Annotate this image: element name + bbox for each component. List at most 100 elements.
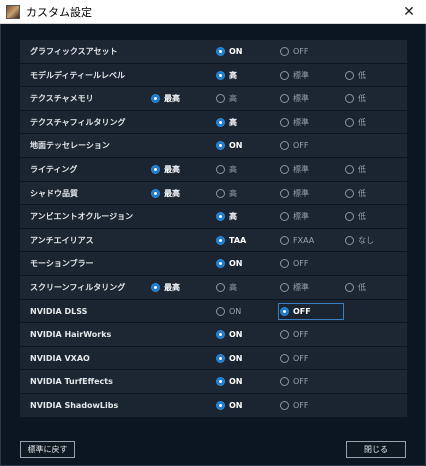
setting-label: 地面テッセレーション [30, 141, 110, 151]
radio-option[interactable]: 高 [216, 158, 237, 181]
radio-option[interactable]: OFF [280, 370, 309, 393]
radio-checked-icon [280, 306, 289, 316]
radio-option[interactable]: 高 [216, 87, 237, 110]
radio-unchecked-icon [280, 353, 289, 363]
radio-unchecked-icon [345, 117, 354, 127]
radio-option[interactable]: 高 [216, 64, 237, 87]
radio-checked-icon [151, 164, 160, 174]
radio-unchecked-icon [216, 282, 225, 292]
radio-option-label: 高 [229, 117, 237, 127]
radio-option[interactable]: 低 [345, 182, 366, 205]
radio-checked-icon [216, 47, 225, 56]
radio-option[interactable]: ON [216, 370, 243, 393]
radio-option[interactable]: TAA [216, 229, 246, 252]
radio-option[interactable]: 標準 [280, 87, 309, 110]
radio-option[interactable]: 低 [345, 111, 366, 134]
radio-unchecked-icon [345, 70, 354, 80]
radio-option-label: OFF [293, 141, 309, 151]
radio-unchecked-icon [280, 188, 289, 198]
radio-option[interactable]: 最高 [151, 87, 180, 110]
setting-label: アンビエントオクルージョン [30, 212, 134, 222]
radio-unchecked-icon [280, 117, 289, 127]
setting-label: モーションブラー [30, 259, 94, 269]
radio-unchecked-icon [345, 94, 354, 104]
radio-option[interactable]: 高 [216, 276, 237, 299]
setting-row: アンチエイリアス TAA FXAA なし [20, 228, 407, 253]
radio-option-label: なし [358, 235, 374, 245]
radio-option[interactable]: 最高 [151, 276, 180, 299]
radio-unchecked-icon [280, 259, 289, 269]
radio-option-label: 低 [358, 164, 366, 174]
radio-checked-icon [216, 377, 225, 387]
setting-row: スクリーンフィルタリング 最高 高 標準 低 [20, 275, 407, 300]
radio-option[interactable]: 低 [345, 276, 366, 299]
reset-defaults-button[interactable]: 標準に戻す [20, 441, 75, 458]
radio-unchecked-icon [216, 188, 225, 198]
radio-option-label: 最高 [164, 188, 180, 198]
radio-checked-icon [216, 70, 225, 80]
radio-option[interactable]: 最高 [151, 158, 180, 181]
radio-option[interactable]: 低 [345, 87, 366, 110]
radio-option-label: 標準 [293, 164, 309, 174]
radio-option[interactable]: 低 [345, 158, 366, 181]
radio-option-label: 低 [358, 117, 366, 127]
radio-option-label: 最高 [164, 94, 180, 104]
radio-option-label: OFF [293, 377, 309, 387]
setting-row: モーションブラー ON OFF [20, 252, 407, 276]
settings-list: グラフィックスアセット ON OFF モデルディティールレベル高標準低テクスチャメモリ… [20, 40, 407, 418]
radio-option[interactable]: 低 [345, 205, 366, 228]
radio-unchecked-icon [280, 282, 289, 292]
radio-option[interactable]: 高 [216, 182, 237, 205]
radio-option-label: ON [229, 306, 242, 316]
radio-option[interactable]: 標準 [280, 64, 309, 87]
radio-checked-icon [216, 141, 225, 151]
radio-option[interactable]: 低 [345, 64, 366, 87]
radio-option[interactable]: OFF [280, 300, 311, 323]
radio-option-label: ON [229, 400, 243, 410]
radio-unchecked-icon [345, 188, 354, 198]
radio-option-label: 標準 [293, 282, 309, 292]
radio-option[interactable]: 標準 [280, 205, 309, 228]
radio-option[interactable]: OFF [280, 323, 309, 346]
radio-checked-icon [151, 282, 160, 292]
radio-option[interactable]: ON [216, 394, 243, 417]
setting-label: NVIDIA TurfEffects [30, 377, 113, 387]
radio-option-label: ON [229, 330, 243, 340]
radio-option[interactable]: ON [216, 323, 243, 346]
radio-option[interactable]: OFF [280, 252, 309, 275]
radio-unchecked-icon [345, 282, 354, 292]
radio-unchecked-icon [345, 212, 354, 222]
radio-option[interactable]: ON [216, 300, 241, 323]
close-window-button[interactable]: ✕ [392, 0, 426, 24]
close-button[interactable]: 閉じる [346, 441, 406, 458]
radio-option[interactable]: 標準 [280, 158, 309, 181]
radio-option[interactable]: 高 [216, 111, 237, 134]
radio-option[interactable]: OFF [280, 347, 309, 370]
radio-option[interactable]: ON [216, 347, 243, 370]
radio-option-label: 標準 [293, 212, 309, 222]
radio-option[interactable]: OFF [280, 40, 309, 63]
radio-option-label: 高 [229, 70, 237, 80]
radio-option[interactable]: OFF [280, 134, 309, 157]
radio-option[interactable]: 標準 [280, 111, 309, 134]
radio-option[interactable]: 高 [216, 205, 237, 228]
radio-checked-icon [216, 353, 225, 363]
setting-label: モデルディティールレベル [30, 70, 125, 80]
radio-option[interactable]: ON [216, 40, 243, 63]
radio-option[interactable]: ON [216, 134, 243, 157]
radio-option[interactable]: ON [216, 252, 243, 275]
title-bar: カスタム設定 ✕ [0, 0, 426, 24]
radio-option-label: OFF [293, 330, 309, 340]
setting-label: グラフィックスアセット [30, 47, 118, 56]
radio-option[interactable]: なし [345, 229, 374, 252]
radio-option[interactable]: FXAA [280, 229, 314, 252]
radio-option[interactable]: OFF [280, 394, 309, 417]
radio-option[interactable]: 最高 [151, 182, 180, 205]
radio-option-label: OFF [293, 306, 311, 316]
radio-option[interactable]: 標準 [280, 182, 309, 205]
radio-checked-icon [216, 117, 225, 127]
radio-option-label: ON [229, 377, 243, 387]
radio-option-label: OFF [293, 259, 309, 269]
radio-option-label: 標準 [293, 117, 309, 127]
radio-option[interactable]: 標準 [280, 276, 309, 299]
